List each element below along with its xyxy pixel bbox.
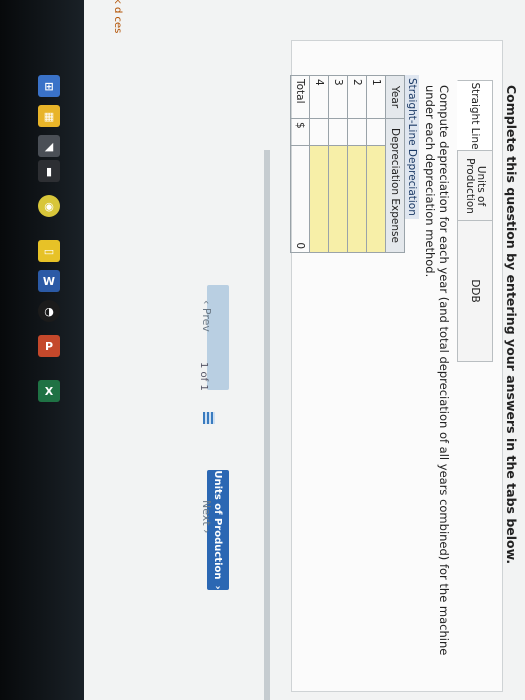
total-currency: $ [290, 118, 310, 146]
chevron-right-icon: › [200, 525, 213, 534]
horizontal-scrollbar[interactable] [264, 150, 270, 700]
total-label: Total [290, 75, 310, 119]
expense-input-year-4[interactable] [309, 145, 329, 253]
expense-input-year-1[interactable] [366, 145, 386, 253]
question-prompt: Compute depreciation for each year (and … [423, 85, 451, 656]
table-row: 3 [328, 75, 348, 253]
table-row: 2 [347, 75, 367, 253]
depreciation-table: Year Depreciation Expense 1 2 3 4 Total … [290, 75, 405, 253]
expense-header: Depreciation Expense [385, 118, 405, 253]
year-cell: 3 [328, 75, 348, 119]
left-side-partial-labels: k d ces [112, 0, 123, 34]
photo-frame: ⊞ ▦ ◢ ▮ ◉ ▭ W ◑ P X k d ces Complete thi… [0, 0, 525, 700]
prev-link[interactable]: ‹ Prev [200, 300, 213, 332]
excel-icon[interactable]: X [38, 380, 60, 402]
tab-units-of-production[interactable]: Units of Production [457, 150, 493, 222]
total-row: Total $ 0 [290, 75, 310, 253]
word-icon[interactable]: W [38, 270, 60, 292]
instruction-text: Complete this question by entering your … [504, 85, 519, 565]
store-icon[interactable]: ▦ [38, 105, 60, 127]
currency-cell [328, 118, 348, 146]
chevron-left-icon: ‹ [200, 300, 213, 308]
taskbar: ⊞ ▦ ◢ ▮ ◉ ▭ W ◑ P X [0, 0, 84, 700]
windows-icon[interactable]: ⊞ [38, 75, 60, 97]
total-value: 0 [290, 145, 310, 253]
table-row: 4 [309, 75, 329, 253]
edge-icon[interactable]: ◢ [38, 135, 60, 157]
currency-cell [347, 118, 367, 146]
chevron-right-icon: › [212, 585, 224, 590]
tab-ddb[interactable]: DDB [457, 220, 493, 362]
next-tab-label: Units of Production [212, 470, 224, 580]
currency-cell [366, 118, 386, 146]
next-label: Next [200, 500, 213, 526]
prev-label: Prev [200, 307, 213, 332]
expense-input-year-2[interactable] [347, 145, 367, 253]
expense-input-year-3[interactable] [328, 145, 348, 253]
year-header: Year [385, 75, 405, 119]
next-link[interactable]: Next › [200, 500, 213, 534]
chrome-icon[interactable]: ◉ [38, 195, 60, 217]
year-cell: 2 [347, 75, 367, 119]
file-explorer-icon[interactable]: ▭ [38, 240, 60, 262]
table-row: 1 [366, 75, 386, 253]
rotated-screen: k d ces Complete this question by enteri… [84, 0, 525, 700]
tab-straight-line[interactable]: Straight Line [457, 80, 493, 152]
page-indicator: 1 of 1 [198, 362, 209, 391]
media-icon[interactable]: ◑ [38, 300, 60, 322]
table-title: Straight-Line Depreciation [405, 75, 419, 219]
grid-icon[interactable] [203, 412, 215, 424]
currency-cell [309, 118, 329, 146]
powerpoint-icon[interactable]: P [38, 335, 60, 357]
photos-icon[interactable]: ▮ [38, 160, 60, 182]
year-cell: 1 [366, 75, 386, 119]
year-cell: 4 [309, 75, 329, 119]
